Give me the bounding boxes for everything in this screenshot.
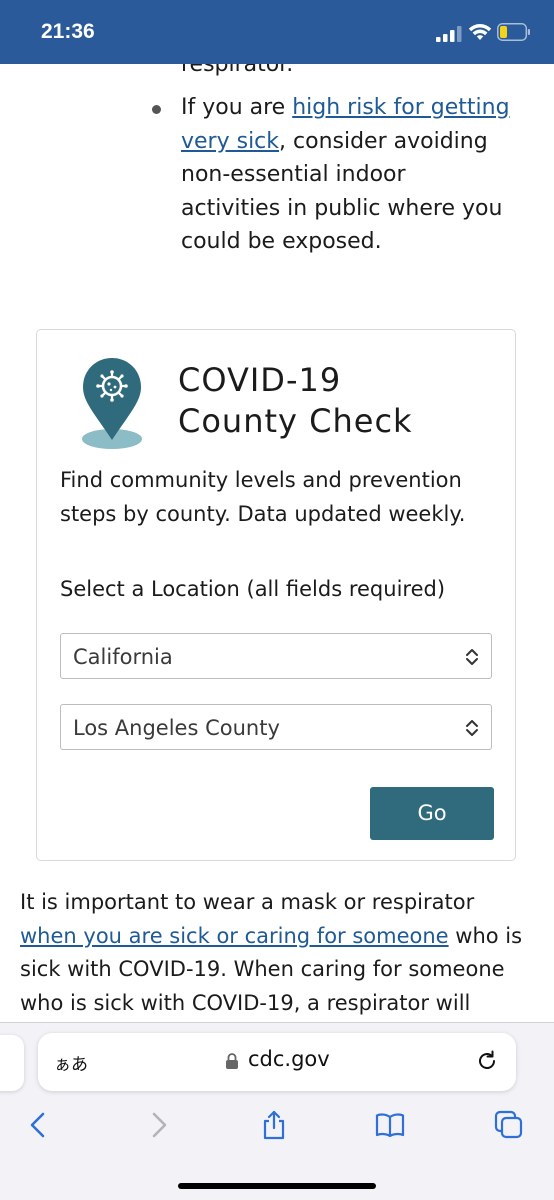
county-select-value: Los Angeles County [73,716,280,740]
lock-icon [226,1053,238,1069]
county-select[interactable]: Los Angeles County [60,704,492,750]
wifi-icon [468,24,492,40]
sick-or-caring-link[interactable]: when you are sick or caring for someone [20,924,449,948]
address-bar[interactable]: ぁあ cdc.gov [38,1033,516,1091]
battery-icon [497,23,530,41]
state-select-value: California [73,645,173,669]
widget-title: COVID-19 County Check [178,360,498,442]
address-bar-area: ぁあ cdc.gov [0,1022,554,1101]
status-time: 21:36 [41,20,95,43]
county-check-widget: COVID-19 County Check Find community lev… [36,329,516,861]
previous-tab-preview[interactable] [0,1035,24,1091]
tabs-icon[interactable] [494,1110,524,1140]
reload-icon[interactable] [476,1050,498,1072]
location-virus-icon [82,358,142,449]
chevron-updown-icon [466,649,478,665]
widget-description: Find community levels and prevention ste… [60,468,466,526]
bullet-prefix: If you are [181,95,293,120]
forward-icon[interactable] [143,1110,173,1140]
state-select[interactable]: California [60,633,492,679]
browser-toolbar [0,1100,554,1200]
url-text: cdc.gov [248,1047,330,1071]
go-button[interactable]: Go [370,787,494,840]
cellular-signal-icon [436,26,462,42]
bookmarks-icon[interactable] [375,1110,405,1140]
back-icon[interactable] [24,1110,54,1140]
select-location-label: Select a Location (all fields required) [60,577,446,601]
widget-title-line1: COVID-19 [178,361,342,399]
chevron-updown-icon [466,720,478,736]
body-paragraph: It is important to wear a mask or respir… [20,886,536,1020]
paragraph-prefix: It is important to wear a mask or respir… [20,890,475,914]
widget-title-line2: County Check [178,402,413,440]
bullet-item: If you are high risk for getting very si… [181,91,511,259]
cut-off-text: respirator. [181,64,294,77]
page-content[interactable]: respirator. If you are high risk for get… [0,64,554,1022]
home-indicator [178,1183,376,1189]
bullet-dot [152,105,161,114]
page-settings-button[interactable]: ぁあ [54,1050,88,1075]
status-bar: 21:36 [0,0,554,64]
share-icon[interactable] [259,1110,289,1140]
